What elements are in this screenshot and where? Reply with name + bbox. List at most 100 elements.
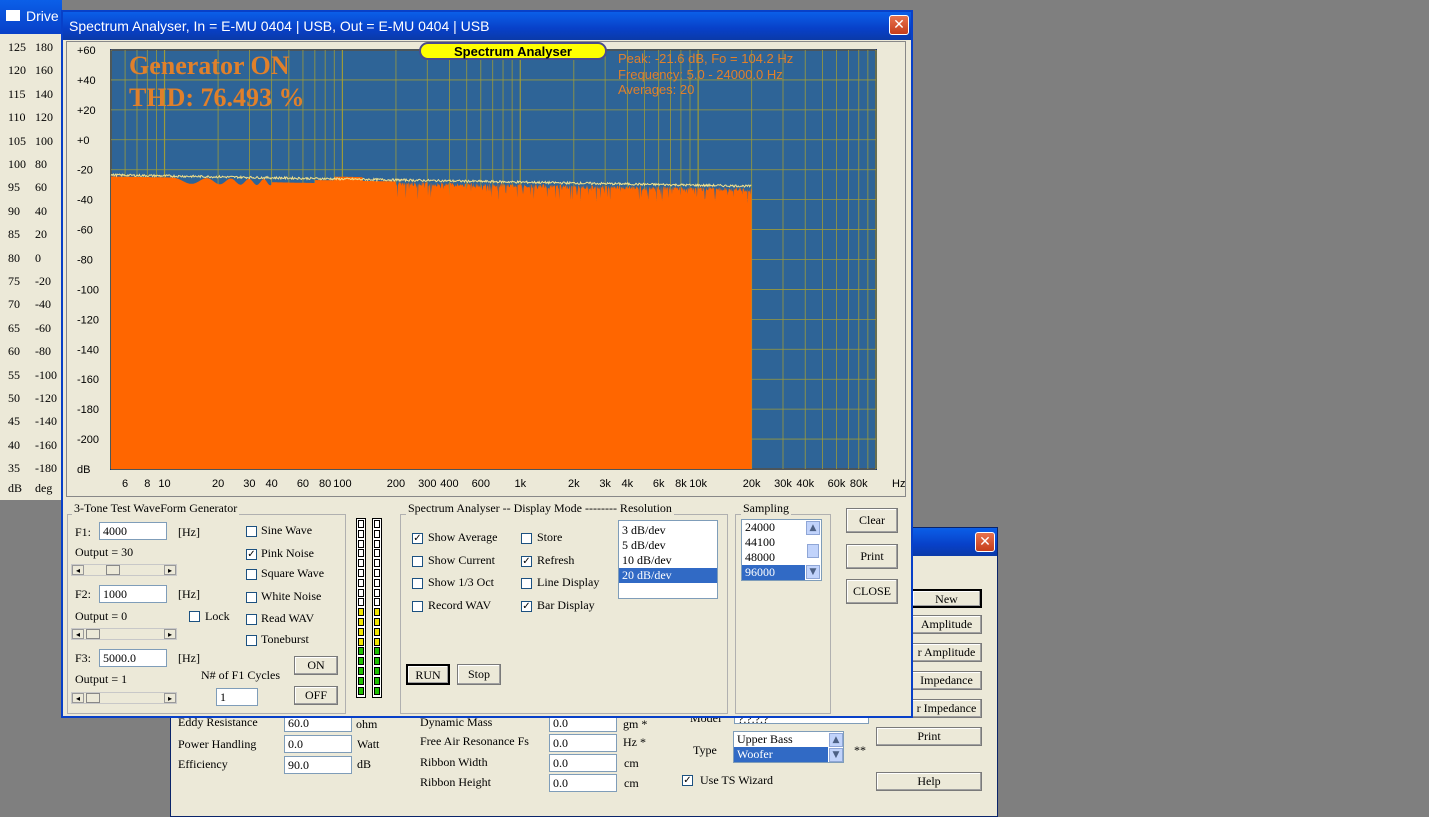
scroll-down-icon[interactable]: ▼ <box>806 565 820 579</box>
amplitude-button[interactable]: Amplitude <box>911 615 982 634</box>
display-checkbox[interactable]: ✓ <box>521 556 532 567</box>
display-checkbox[interactable] <box>412 578 423 589</box>
sampling-option-96000[interactable]: 96000 <box>742 565 805 580</box>
help-button[interactable]: Help <box>876 772 982 791</box>
display-checkbox[interactable]: ✓ <box>412 533 423 544</box>
efficiency-field[interactable]: 90.0 <box>284 756 352 774</box>
ts-wizard-checkbox[interactable]: ✓ <box>682 775 693 786</box>
new-button[interactable]: New <box>911 589 982 608</box>
close-button[interactable]: CLOSE <box>846 579 898 604</box>
slider-thumb[interactable] <box>86 693 100 703</box>
impedance-button[interactable]: Impedance <box>911 671 982 690</box>
wave-checkbox[interactable] <box>246 569 257 580</box>
display-checkbox[interactable] <box>521 533 532 544</box>
stop-button[interactable]: Stop <box>457 664 501 685</box>
vu-segment <box>374 578 380 587</box>
x-tick-label: 600 <box>472 478 490 490</box>
type-option-upper-bass[interactable]: Upper Bass <box>734 732 828 747</box>
power-unit: Watt <box>357 737 380 751</box>
sampling-option-44100[interactable]: 44100 <box>742 535 805 550</box>
sampling-option-48000[interactable]: 48000 <box>742 550 805 565</box>
x-axis-unit: Hz <box>892 478 905 490</box>
print-button[interactable]: Print <box>846 544 898 569</box>
slider-right-icon[interactable]: ▸ <box>164 629 176 639</box>
f1-field[interactable]: 4000 <box>99 522 167 540</box>
vu-segment <box>374 539 380 548</box>
generator-off-button[interactable]: OFF <box>294 686 338 705</box>
scale-db-value: 50 <box>8 391 20 405</box>
wave-checkbox[interactable]: ✓ <box>246 549 257 560</box>
ribbon-width-field[interactable]: 0.0 <box>549 754 617 772</box>
output3-label: Output = 1 <box>75 672 128 686</box>
type-option-woofer[interactable]: Woofer <box>734 747 828 762</box>
display-checkbox[interactable] <box>412 601 423 612</box>
resolution-option-5[interactable]: 5 dB/dev <box>619 538 717 553</box>
scale-db-value: 85 <box>8 227 20 242</box>
scale-deg-value: -180 <box>35 461 57 476</box>
ribbon-height-field[interactable]: 0.0 <box>549 774 617 792</box>
slider-thumb[interactable] <box>106 565 120 575</box>
scale-deg-value: 160 <box>35 63 53 78</box>
scroll-up-icon[interactable]: ▲ <box>806 521 820 535</box>
x-tick-label: 40 <box>266 478 278 490</box>
generator-on-button[interactable]: ON <box>294 656 338 675</box>
vu-segment <box>374 686 380 695</box>
amplitude-button-2[interactable]: r Amplitude <box>911 643 982 662</box>
fs-field[interactable]: 0.0 <box>549 734 617 752</box>
slider-right-icon[interactable]: ▸ <box>164 693 176 703</box>
type-listbox[interactable]: Upper Bass Woofer ▲ ▼ <box>733 731 844 763</box>
lock-checkbox[interactable] <box>189 611 200 622</box>
slider-right-icon[interactable]: ▸ <box>164 565 176 575</box>
run-button[interactable]: RUN <box>406 664 450 685</box>
display-checkbox[interactable] <box>521 578 532 589</box>
scale-db-value: 60 <box>8 344 20 359</box>
x-tick-label: 20 <box>212 478 224 490</box>
display-checkbox[interactable] <box>412 556 423 567</box>
wave-checkbox[interactable] <box>246 635 257 646</box>
x-tick-label: 3k <box>599 478 611 490</box>
print-button[interactable]: Print <box>876 727 982 746</box>
scrollbar-thumb[interactable] <box>807 544 819 558</box>
wave-checkbox[interactable] <box>246 614 257 625</box>
y-tick-label: -200 <box>77 434 99 446</box>
wave-checkbox[interactable] <box>246 526 257 537</box>
clear-button[interactable]: Clear <box>846 508 898 533</box>
resolution-option-20[interactable]: 20 dB/dev <box>619 568 717 583</box>
vu-segment <box>358 647 364 656</box>
close-icon[interactable]: ✕ <box>889 15 909 35</box>
vu-meter-right <box>372 518 382 698</box>
display-checkbox[interactable]: ✓ <box>521 601 532 612</box>
sampling-listbox[interactable]: 24000 44100 48000 96000 ▲ ▼ <box>741 519 822 581</box>
slider-left-icon[interactable]: ◂ <box>72 693 84 703</box>
vu-segment <box>358 539 364 548</box>
slider-thumb[interactable] <box>86 629 100 639</box>
sampling-option-24000[interactable]: 24000 <box>742 520 805 535</box>
resolution-option-10[interactable]: 10 dB/dev <box>619 553 717 568</box>
x-tick-label: 100 <box>333 478 351 490</box>
slider-left-icon[interactable]: ◂ <box>72 629 84 639</box>
close-icon[interactable]: ✕ <box>975 532 995 552</box>
cycles-field[interactable]: 1 <box>216 688 258 706</box>
vu-segment <box>374 559 380 568</box>
f2-field[interactable]: 1000 <box>99 585 167 603</box>
wave-checkbox[interactable] <box>246 592 257 603</box>
x-tick-label: 200 <box>387 478 405 490</box>
output3-slider[interactable]: ◂ ▸ <box>71 692 177 704</box>
scroll-down-icon[interactable]: ▼ <box>829 748 843 762</box>
output1-slider[interactable]: ◂ ▸ <box>71 564 177 576</box>
slider-left-icon[interactable]: ◂ <box>72 565 84 575</box>
y-tick-label: -120 <box>77 314 99 326</box>
output2-slider[interactable]: ◂ ▸ <box>71 628 177 640</box>
impedance-button-2[interactable]: r Impedance <box>911 699 982 718</box>
vu-segment <box>358 627 364 636</box>
scroll-up-icon[interactable]: ▲ <box>829 733 843 747</box>
vu-segment <box>358 529 364 538</box>
scale-db-value: 125 <box>8 40 26 54</box>
resolution-listbox[interactable]: 3 dB/dev 5 dB/dev 10 dB/dev 20 dB/dev <box>618 520 718 599</box>
vu-segment <box>358 578 364 587</box>
f3-field[interactable]: 5000.0 <box>99 649 167 667</box>
power-field[interactable]: 0.0 <box>284 735 352 753</box>
averages-info: Averages: 20 <box>618 82 695 97</box>
resolution-option-3[interactable]: 3 dB/dev <box>619 523 717 538</box>
scale-db-value: 55 <box>8 367 20 382</box>
